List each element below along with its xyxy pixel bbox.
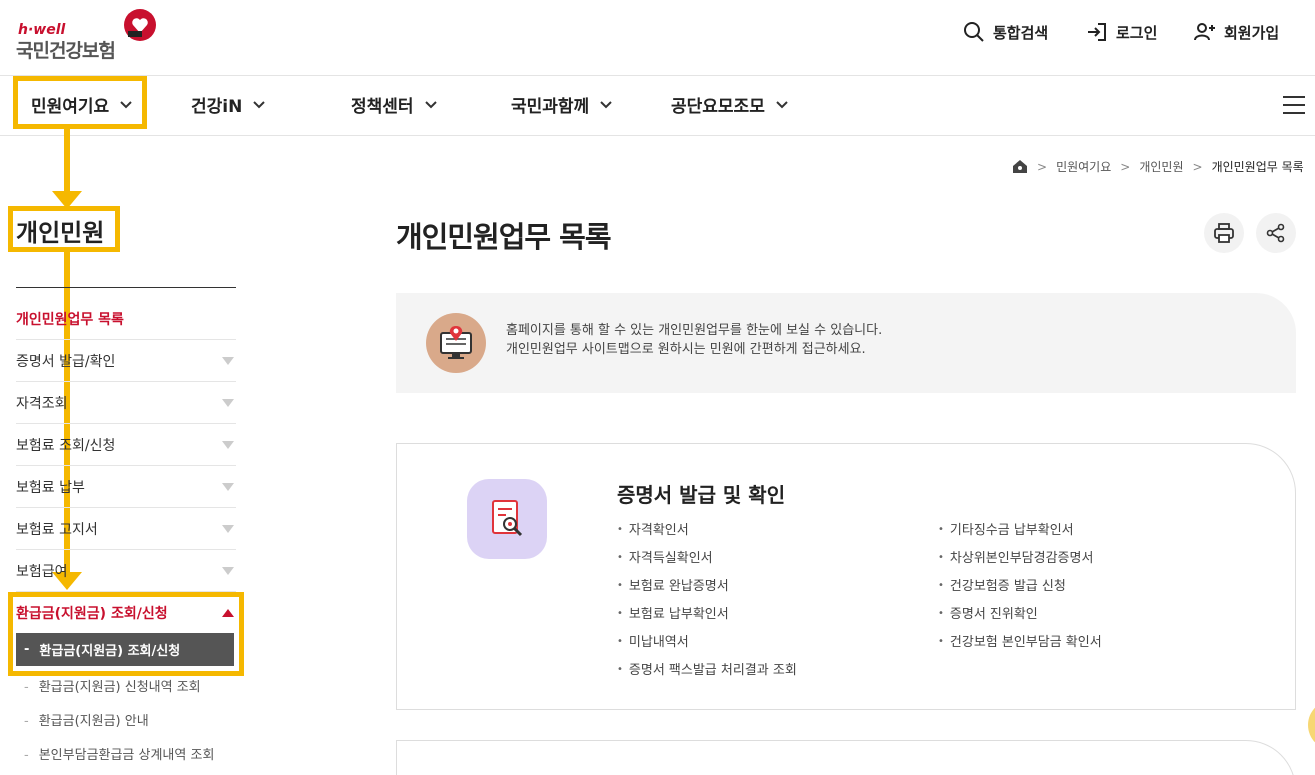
info-line: 개인민원업무 사이트맵으로 원하시는 민원에 간편하게 접근하세요. <box>506 342 866 357</box>
info-banner: 홈페이지를 통해 할 수 있는 개인민원업무를 한눈에 보실 수 있습니다. 개… <box>396 293 1296 393</box>
search-button[interactable]: 통합검색 <box>962 20 1048 44</box>
card-link[interactable]: 증명서 팩스발급 처리결과 조회 <box>617 659 797 687</box>
menu-icon[interactable] <box>1283 96 1305 114</box>
sidebar-item-label: 자격조회 <box>16 395 68 412</box>
sidebar-item-label: 보험료 납부 <box>16 479 85 496</box>
home-icon[interactable] <box>1012 159 1028 174</box>
sidebar-item-premium-notice[interactable]: 보험료 고지서 <box>16 508 236 550</box>
sidebar-item-list[interactable]: 개인민원업무 목록 <box>16 298 236 340</box>
card-link[interactable]: 건강보험 본인부담금 확인서 <box>938 631 1102 659</box>
heart-logo-icon <box>124 9 156 41</box>
gnb-label: 건강iN <box>191 97 243 117</box>
chevron-down-icon <box>600 100 612 108</box>
search-icon <box>964 22 984 42</box>
highlight-box-refund <box>8 592 244 676</box>
sidebar-title: 개인민원 <box>16 219 105 247</box>
sidebar-subitem-label: 환급금(지원금) 신청내역 조회 <box>38 680 201 695</box>
sidebar-subitem-label: 본인부담금환급금 상계내역 조회 <box>38 748 215 763</box>
sidebar-item-eligibility[interactable]: 자격조회 <box>16 382 236 424</box>
gnb-item-health-in[interactable]: 건강iN <box>191 92 266 117</box>
login-icon <box>1088 23 1106 41</box>
gnb-item-together[interactable]: 국민과함께 <box>511 92 613 117</box>
sidebar-subitem-label: 환급금(지원금) 안내 <box>38 714 149 729</box>
breadcrumb-current: 개인민원업무 목록 <box>1211 160 1304 174</box>
expand-arrow-icon <box>222 440 234 449</box>
expand-arrow-icon <box>222 482 234 491</box>
card-link[interactable]: 증명서 진위확인 <box>938 603 1102 631</box>
info-line: 홈페이지를 통해 할 수 있는 개인민원업무를 한눈에 보실 수 있습니다. <box>506 323 883 338</box>
add-user-icon <box>1194 23 1215 41</box>
chevron-down-icon <box>424 100 437 108</box>
print-button[interactable] <box>1204 213 1244 253</box>
search-label: 통합검색 <box>993 23 1049 42</box>
share-button[interactable] <box>1256 213 1296 253</box>
expand-arrow-icon <box>222 566 234 575</box>
gnb-item-about[interactable]: 공단요모조모 <box>671 92 789 117</box>
highlight-arrow-line <box>64 129 70 193</box>
expand-arrow-icon <box>222 398 234 407</box>
card-link[interactable]: 미납내역서 <box>617 631 797 659</box>
card-link[interactable]: 기타징수금 납부확인서 <box>938 519 1102 547</box>
sidebar-subitem[interactable]: - 환급금(지원금) 안내 <box>24 710 149 729</box>
gnb-item-policy[interactable]: 정책센터 <box>351 92 438 117</box>
chevron-down-icon <box>253 100 266 108</box>
gnb-label: 국민과함께 <box>511 97 590 117</box>
card-link[interactable]: 자격득실확인서 <box>617 547 797 575</box>
sidebar-subitem[interactable]: - 본인부담금환급금 상계내역 조회 <box>24 744 214 763</box>
category-card-certificates: 증명서 발급 및 확인 자격확인서 자격득실확인서 보험료 완납증명서 보험료 … <box>396 443 1296 710</box>
breadcrumb-item[interactable]: 개인민원 <box>1139 158 1183 175</box>
card-link[interactable]: 보험료 완납증명서 <box>617 575 797 603</box>
card-link[interactable]: 자격확인서 <box>617 519 797 547</box>
site-header: h·well 국민건강보험 통합검색 로그인 회원가입 <box>0 0 1315 75</box>
sidebar-divider <box>16 287 236 288</box>
card-links-left: 자격확인서 자격득실확인서 보험료 완납증명서 보험료 납부확인서 미납내역서 … <box>617 519 797 687</box>
share-icon <box>1266 223 1285 243</box>
page-title: 개인민원업무 목록 <box>396 220 612 254</box>
login-button[interactable]: 로그인 <box>1085 20 1157 44</box>
gnb-label: 정책센터 <box>351 97 414 117</box>
gnb-label: 공단요모조모 <box>671 97 765 117</box>
expand-arrow-icon <box>222 356 234 365</box>
card-link[interactable]: 보험료 납부확인서 <box>617 603 797 631</box>
highlight-box-gnb <box>13 76 147 129</box>
sidebar-item-label: 개인민원업무 목록 <box>16 311 124 328</box>
signup-label: 회원가입 <box>1224 23 1280 42</box>
sidebar-item-premium-inquiry[interactable]: 보험료 조회/신청 <box>16 424 236 466</box>
expand-arrow-icon <box>222 524 234 533</box>
card-link[interactable]: 건강보험증 발급 신청 <box>938 575 1102 603</box>
floating-button[interactable] <box>1308 700 1315 750</box>
breadcrumb-item[interactable]: 민원여기요 <box>1056 158 1111 175</box>
global-nav: 민원여기요 건강iN 정책센터 국민과함께 공단요모조모 <box>0 75 1315 136</box>
login-label: 로그인 <box>1116 23 1158 42</box>
sidebar-item-certificates[interactable]: 증명서 발급/확인 <box>16 340 236 382</box>
sidebar-item-label: 보험급여 <box>16 563 68 580</box>
site-name: 국민건강보험 <box>16 40 116 62</box>
chevron-down-icon <box>776 100 788 108</box>
print-icon <box>1214 223 1234 243</box>
card-link[interactable]: 차상위본인부담경감증명서 <box>938 547 1102 575</box>
signup-button[interactable]: 회원가입 <box>1193 20 1279 44</box>
category-card-next <box>396 740 1296 775</box>
sidebar-menu: 개인민원업무 목록 증명서 발급/확인 자격조회 보험료 조회/신청 보험료 납… <box>16 298 236 634</box>
card-title: 증명서 발급 및 확인 <box>617 483 786 507</box>
card-links-right: 기타징수금 납부확인서 차상위본인부담경감증명서 건강보험증 발급 신청 증명서… <box>938 519 1102 659</box>
sidebar-item-benefits[interactable]: 보험급여 <box>16 550 236 592</box>
breadcrumb: > 민원여기요 > 개인민원 > 개인민원업무 목록 <box>1012 158 1304 175</box>
sidebar-item-premium-payment[interactable]: 보험료 납부 <box>16 466 236 508</box>
sidebar-item-label: 보험료 고지서 <box>16 521 98 538</box>
sidebar-item-label: 보험료 조회/신청 <box>16 437 116 454</box>
monitor-location-icon <box>426 313 486 373</box>
document-search-icon <box>467 479 547 559</box>
info-text: 홈페이지를 통해 할 수 있는 개인민원업무를 한눈에 보실 수 있습니다. 개… <box>506 321 882 359</box>
sidebar-item-label: 증명서 발급/확인 <box>16 353 116 370</box>
sidebar-subitem[interactable]: - 환급금(지원금) 신청내역 조회 <box>24 676 201 695</box>
